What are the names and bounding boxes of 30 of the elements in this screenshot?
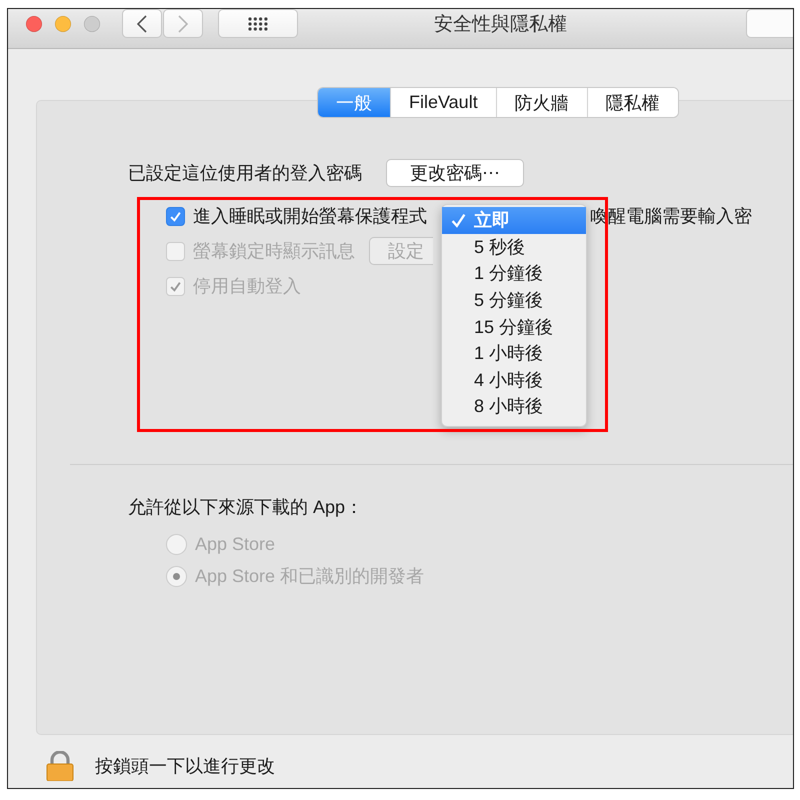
checkbox-label: 螢幕鎖定時顯示訊息 bbox=[193, 240, 355, 263]
chevron-right-icon bbox=[178, 14, 188, 32]
checkbox-label: 進入睡眠或開始螢幕保護程式 bbox=[193, 205, 427, 228]
password-status-label: 已設定這位使用者的登入密碼 bbox=[128, 162, 362, 185]
grid-icon bbox=[248, 16, 268, 30]
radio-label: App Store 和已識別的開發者 bbox=[195, 565, 424, 588]
checkmark-icon bbox=[450, 212, 466, 228]
checkmark-icon bbox=[169, 280, 182, 292]
menu-item[interactable]: 1 小時後 bbox=[442, 340, 586, 367]
lock-icon[interactable] bbox=[44, 751, 76, 781]
menu-item[interactable]: 4 小時後 bbox=[442, 366, 586, 394]
section-label: 允許從以下來源下載的 App： bbox=[128, 496, 364, 519]
checkbox-label: 停用自動登入 bbox=[193, 275, 301, 298]
menu-item[interactable]: 15 分鐘後 bbox=[442, 313, 586, 340]
chevron-left-icon bbox=[137, 14, 147, 32]
checkmark-icon bbox=[169, 210, 182, 222]
lock-hint: 按鎖頭一下以進行更改 bbox=[95, 755, 275, 778]
menu-item[interactable]: 5 分鐘後 bbox=[442, 286, 586, 314]
close-button[interactable] bbox=[26, 16, 42, 32]
checkbox[interactable] bbox=[166, 206, 185, 226]
menu-item[interactable]: 5 秒後 bbox=[442, 234, 586, 260]
tab[interactable]: 隱私權 bbox=[586, 88, 678, 117]
menu-item[interactable]: 8 小時後 bbox=[442, 393, 586, 420]
window-title: 安全性與隱私權 bbox=[434, 12, 567, 36]
change-password-button[interactable]: 更改密碼⋯ bbox=[386, 159, 524, 187]
menu-item[interactable]: 1 分鐘後 bbox=[442, 260, 586, 287]
radio-label: App Store bbox=[195, 533, 276, 556]
minimize-button[interactable] bbox=[55, 16, 71, 32]
show-all-button[interactable] bbox=[218, 9, 298, 38]
back-button[interactable] bbox=[122, 9, 162, 38]
